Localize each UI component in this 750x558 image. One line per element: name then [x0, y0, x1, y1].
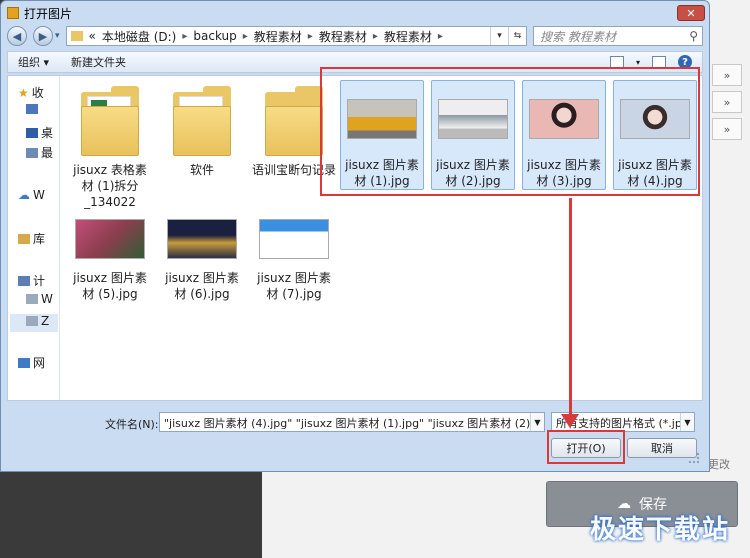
expand-button[interactable]: »: [712, 91, 742, 113]
watermark: 极速下载站: [589, 515, 730, 545]
file-name: jisuxz 表格素材 (1)拆分_134022: [73, 163, 147, 209]
open-button-highlight: [547, 430, 625, 464]
title-bar: 打开图片: [1, 1, 709, 25]
organize-menu[interactable]: 组织 ▾: [18, 54, 49, 70]
image-thumbnail: [75, 219, 145, 259]
address-bar[interactable]: « 本地磁盘 (D:) ▸ backup ▸ 教程素材 ▸ 教程素材 ▸ 教程素…: [65, 26, 527, 46]
arrow-right-icon: ▶: [38, 29, 48, 43]
image-thumbnail: [167, 219, 237, 259]
nav-item-library[interactable]: 库: [18, 230, 45, 247]
folder-icon: [265, 86, 323, 156]
file-item-image[interactable]: jisuxz 图片素材 (6).jpg: [160, 208, 244, 302]
file-name: 软件: [189, 163, 214, 177]
arrow-left-icon: ◀: [12, 29, 22, 43]
file-name-panel: 文件名(N): "jisuxz 图片素材 (4).jpg" "jisuxz 图片…: [7, 403, 703, 467]
cloud-icon: ☁: [18, 188, 30, 202]
address-row: ◀ ▶ ▾ « 本地磁盘 (D:) ▸ backup ▸ 教程素材 ▸ 教程素材…: [7, 25, 703, 47]
image-thumbnail: [259, 219, 329, 259]
annotation-arrow: [569, 198, 572, 416]
forward-button[interactable]: ▶: [33, 26, 53, 46]
refresh-icon[interactable]: ⇆: [508, 27, 526, 45]
nav-item-computer[interactable]: 计: [18, 272, 45, 289]
nav-item-drive[interactable]: W: [26, 292, 53, 306]
change-link[interactable]: 更改: [708, 456, 730, 472]
app-icon: [7, 7, 19, 19]
chevron-right-icon[interactable]: ▸: [243, 31, 248, 42]
breadcrumb-item[interactable]: 教程素材: [384, 28, 432, 45]
nav-item-cloud[interactable]: ☁ W: [18, 188, 45, 202]
search-icon: ⚲: [689, 29, 698, 43]
chevron-right-icon[interactable]: ▸: [308, 31, 313, 42]
file-name: jisuxz 图片素材 (7).jpg: [257, 271, 331, 301]
drive-icon: [26, 294, 38, 304]
window-title: 打开图片: [24, 6, 73, 21]
expand-button[interactable]: »: [712, 118, 742, 140]
selection-highlight-box: [320, 67, 700, 196]
drive-icon: [26, 316, 38, 326]
expand-button[interactable]: »: [712, 64, 742, 86]
nav-item-downloads[interactable]: [26, 104, 41, 114]
file-item-image[interactable]: jisuxz 图片素材 (5).jpg: [68, 208, 152, 302]
breadcrumb-item[interactable]: 教程素材: [254, 28, 302, 45]
chevron-right-icon[interactable]: ▸: [182, 31, 187, 42]
star-icon: ★: [18, 85, 29, 100]
breadcrumb-item[interactable]: backup: [193, 29, 236, 43]
nav-item-drive[interactable]: Z: [26, 314, 49, 328]
network-icon: [18, 357, 30, 368]
navigation-pane: ★ 收 桌 最 ☁ W 库 计 W Z 网: [8, 76, 60, 400]
chevron-down-icon[interactable]: ▼: [530, 413, 544, 431]
filename-input[interactable]: "jisuxz 图片素材 (4).jpg" "jisuxz 图片素材 (1).j…: [159, 412, 545, 432]
breadcrumb-item[interactable]: 本地磁盘 (D:): [102, 28, 176, 45]
history-dropdown-icon[interactable]: ▾: [55, 31, 60, 41]
chevron-down-icon[interactable]: ▾: [490, 27, 508, 45]
chevron-right-icon[interactable]: ▸: [373, 31, 378, 42]
download-icon: [26, 104, 38, 114]
desktop-icon: [26, 127, 38, 138]
chevron-down-icon[interactable]: ▼: [680, 413, 694, 431]
close-button[interactable]: ✕: [677, 5, 705, 21]
filename-label: 文件名(N):: [105, 418, 159, 431]
file-item-folder[interactable]: X jisuxz 表格素材 (1)拆分_134022: [68, 80, 152, 210]
breadcrumb-item[interactable]: 教程素材: [319, 28, 367, 45]
chevron-right-icon[interactable]: ▸: [438, 31, 443, 42]
library-icon: [18, 233, 30, 244]
computer-icon: [18, 275, 30, 286]
cancel-button[interactable]: 取消: [627, 438, 697, 458]
excel-folder-icon: X: [81, 86, 139, 156]
arrow-down-icon: [561, 414, 579, 428]
breadcrumb-overflow[interactable]: «: [89, 29, 96, 43]
file-name: jisuxz 图片素材 (6).jpg: [165, 271, 239, 301]
chevron-down-icon[interactable]: ▾: [636, 58, 640, 67]
nav-item-network[interactable]: 网: [18, 354, 45, 371]
recent-icon: [26, 147, 38, 158]
search-input[interactable]: 搜索 教程素材 ⚲: [533, 26, 703, 46]
file-name: jisuxz 图片素材 (5).jpg: [73, 271, 147, 301]
new-folder-button[interactable]: 新建文件夹: [71, 54, 126, 70]
folder-icon: [70, 31, 83, 41]
folder-icon: [173, 86, 231, 156]
nav-item-favorites[interactable]: ★ 收: [18, 84, 44, 101]
nav-item-desktop[interactable]: 桌: [26, 124, 53, 141]
back-button[interactable]: ◀: [7, 26, 27, 46]
file-item-image[interactable]: jisuxz 图片素材 (7).jpg: [252, 208, 336, 302]
nav-item-recent[interactable]: 最: [26, 144, 53, 161]
file-item-folder[interactable]: 软件: [160, 80, 244, 178]
resize-grip[interactable]: [689, 453, 699, 463]
